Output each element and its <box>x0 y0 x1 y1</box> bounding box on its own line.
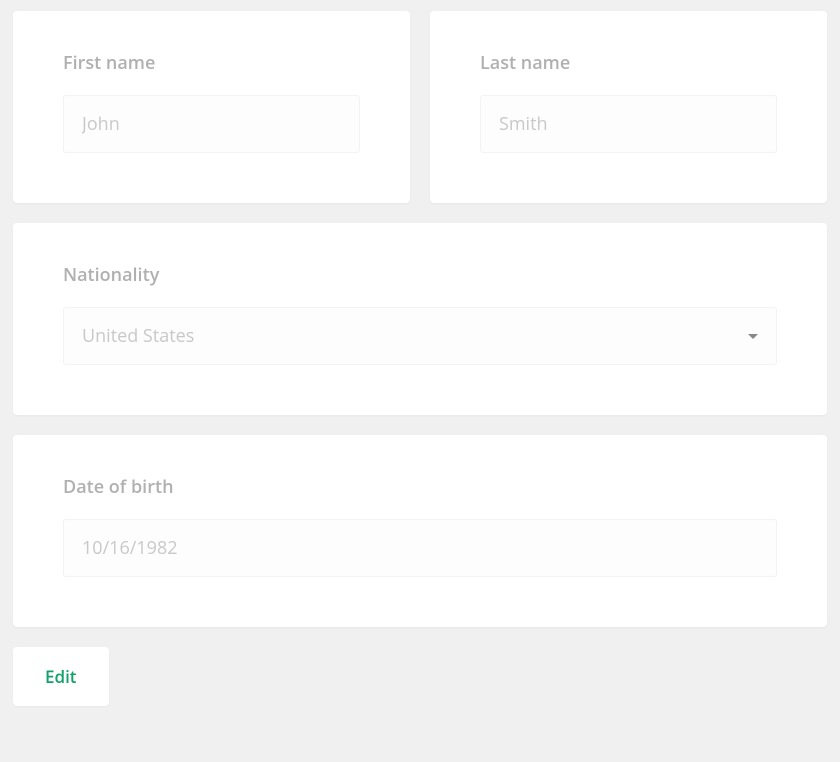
first-name-card: First name <box>13 11 410 203</box>
first-name-input-wrap <box>63 95 360 153</box>
edit-button[interactable]: Edit <box>13 647 109 706</box>
nationality-value: United States <box>82 324 194 348</box>
last-name-label: Last name <box>480 51 777 75</box>
nationality-label: Nationality <box>63 263 777 287</box>
dob-input[interactable] <box>82 536 758 560</box>
dob-card: Date of birth <box>13 435 827 627</box>
nationality-select[interactable]: United States <box>63 307 777 365</box>
last-name-input[interactable] <box>499 112 758 136</box>
last-name-input-wrap <box>480 95 777 153</box>
first-name-input[interactable] <box>82 112 341 136</box>
dob-input-wrap <box>63 519 777 577</box>
nationality-card: Nationality United States <box>13 223 827 415</box>
last-name-card: Last name <box>430 11 827 203</box>
dob-label: Date of birth <box>63 475 777 499</box>
first-name-label: First name <box>63 51 360 75</box>
chevron-down-icon <box>748 334 758 339</box>
